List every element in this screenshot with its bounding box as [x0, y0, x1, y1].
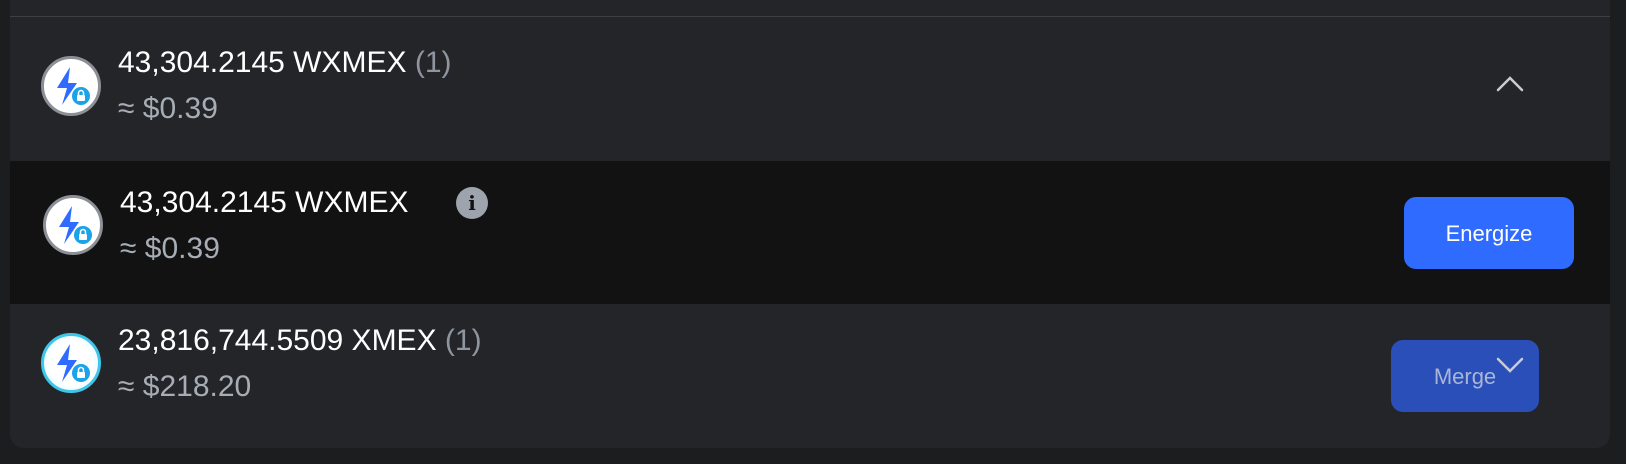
chevron-up-icon[interactable]	[1494, 69, 1526, 101]
bolt-lock-glyph	[57, 344, 90, 382]
energy-lock-icon	[41, 56, 101, 116]
token-count: (1)	[414, 46, 452, 79]
energize-button[interactable]: Energize	[1404, 197, 1574, 269]
energy-lock-icon	[41, 333, 101, 393]
bolt-lock-glyph	[59, 206, 92, 244]
bolt-lock-glyph	[57, 67, 90, 105]
token-usd-value: ≈ $218.20	[118, 370, 252, 403]
token-amount-value: 43,304.2145 WXMEX	[120, 186, 409, 219]
token-amount: 43,304.2145 WXMEX (1)	[118, 45, 452, 81]
energy-lock-icon	[43, 195, 103, 255]
token-item-wxmex: 43,304.2145 WXMEX i ≈ $0.39 Energize	[10, 161, 1610, 304]
chevron-down-icon[interactable]	[1494, 348, 1526, 380]
token-usd-value: ≈ $0.39	[120, 232, 220, 265]
token-amount: 23,816,744.5509 XMEX (1)	[118, 323, 482, 359]
token-count: (1)	[444, 324, 482, 357]
token-amount-value: 23,816,744.5509 XMEX	[118, 324, 437, 357]
previous-row-edge	[10, 0, 1610, 17]
token-group-xmex[interactable]: 23,816,744.5509 XMEX (1) ≈ $218.20 Merge	[10, 304, 1610, 448]
info-icon[interactable]: i	[456, 187, 488, 219]
token-amount-value: 43,304.2145 WXMEX	[118, 46, 407, 79]
token-list-panel: 43,304.2145 WXMEX (1) ≈ $0.39 43,304.214…	[10, 0, 1610, 448]
token-usd-value: ≈ $0.39	[118, 92, 218, 125]
token-group-wxmex[interactable]: 43,304.2145 WXMEX (1) ≈ $0.39	[10, 18, 1610, 161]
